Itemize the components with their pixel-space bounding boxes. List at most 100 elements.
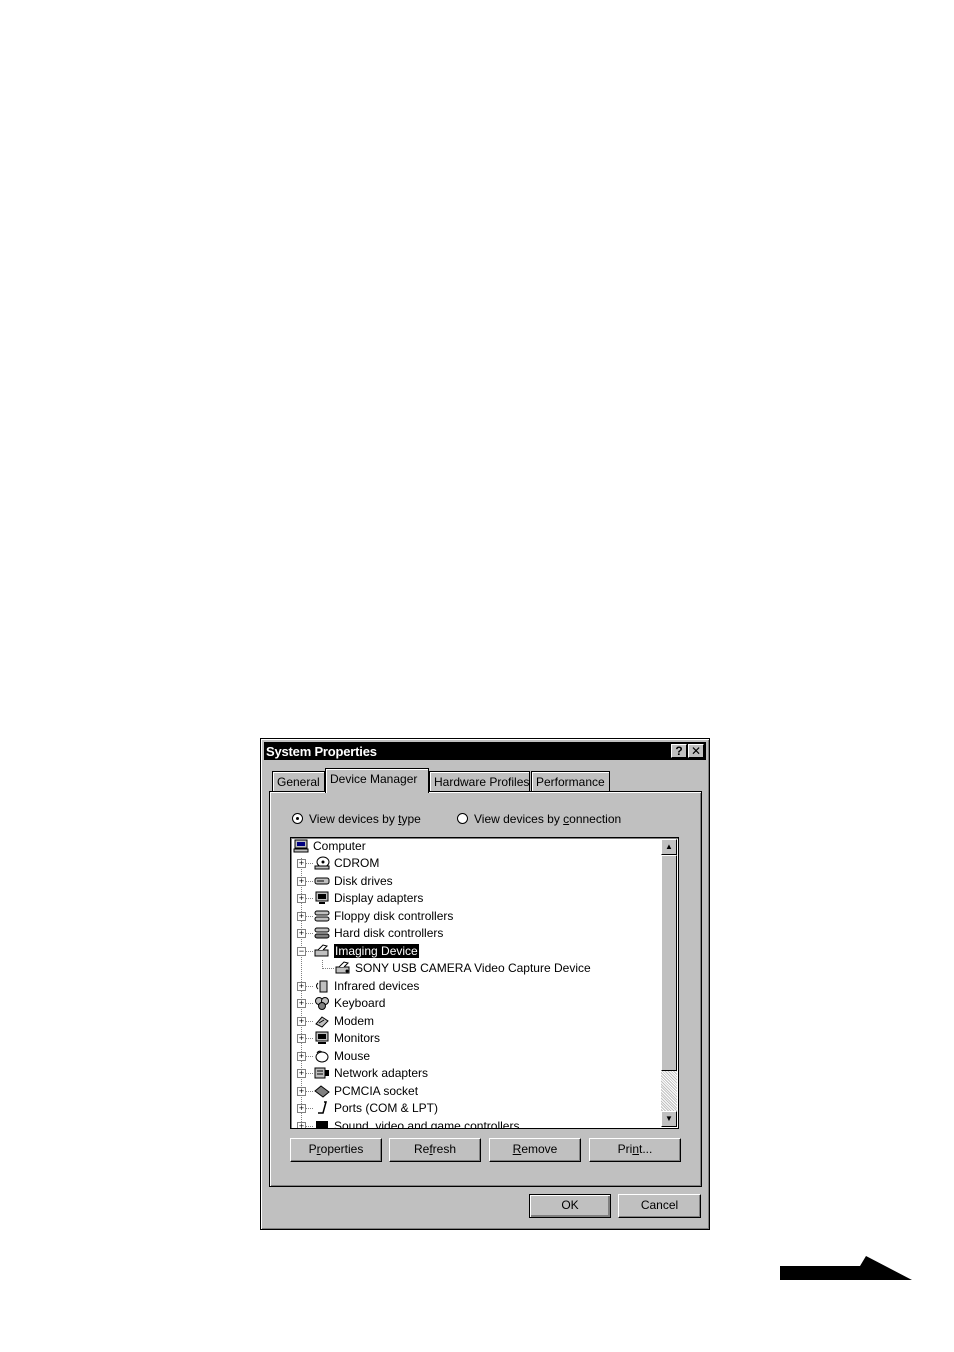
next-page-arrow-icon: [780, 1256, 912, 1280]
window-title: System Properties: [266, 744, 377, 759]
tree-item-hard-disk-controllers[interactable]: + Hard disk controllers: [291, 925, 651, 942]
tree-vertical-scrollbar[interactable]: ▲ ▼: [661, 839, 677, 1127]
tree-item-modem[interactable]: + Modem: [291, 1013, 651, 1030]
expand-plus-icon[interactable]: +: [297, 1104, 306, 1113]
tree-item-label: Modem: [334, 1014, 375, 1028]
mouse-icon: [315, 1050, 329, 1063]
tree-item-label: Sound, video and game controllers: [334, 1119, 520, 1129]
tree-branch-line: [322, 968, 334, 969]
computer-icon: [293, 839, 309, 853]
title-bar[interactable]: System Properties ? ✕: [264, 742, 706, 760]
system-properties-window: System Properties ? ✕ General Device Man…: [260, 738, 710, 1230]
view-by-connection-label: View devices by connection: [474, 812, 622, 826]
tree-branch-line: [306, 933, 313, 934]
tree-item-imaging-device[interactable]: − Imaging Device: [291, 943, 651, 960]
tree-item-label-selected: Imaging Device: [333, 943, 420, 959]
tree-item-sound[interactable]: + Sound, video and game controllers: [291, 1118, 651, 1129]
tree-branch-line: [306, 1126, 313, 1127]
camera-icon: [335, 961, 350, 974]
tree-item-mouse[interactable]: + Mouse: [291, 1048, 651, 1065]
expand-plus-icon[interactable]: +: [297, 1087, 306, 1096]
tree-item-label: Hard disk controllers: [334, 926, 444, 940]
view-by-type-radio[interactable]: View devices by type: [292, 812, 421, 826]
tree-item-ports[interactable]: + Ports (COM & LPT): [291, 1100, 651, 1117]
tree-item-monitors[interactable]: + Monitors: [291, 1030, 651, 1047]
expand-plus-icon[interactable]: +: [297, 1034, 306, 1043]
tree-item-cdrom[interactable]: + CDROM: [291, 855, 651, 872]
tree-item-label: Floppy disk controllers: [334, 909, 454, 923]
tree-branch-line: [306, 881, 313, 882]
tree-branch-line: [306, 898, 313, 899]
expand-plus-icon[interactable]: +: [297, 894, 306, 903]
disk-drive-icon: [314, 877, 330, 885]
scroll-up-button[interactable]: ▲: [661, 839, 677, 855]
refresh-button[interactable]: Refresh: [389, 1138, 481, 1162]
tab-device-manager[interactable]: Device Manager: [325, 768, 429, 793]
tree-branch-line: [306, 1091, 313, 1092]
tree-item-display-adapters[interactable]: + Display adapters: [291, 890, 651, 907]
tree-item-label: Network adapters: [334, 1066, 429, 1080]
radio-unselected-indicator: [457, 813, 468, 824]
tree-branch-line: [306, 1038, 313, 1039]
tree-root-computer[interactable]: Computer: [293, 838, 366, 855]
properties-button[interactable]: Properties: [290, 1138, 382, 1162]
tab-general[interactable]: General: [272, 771, 325, 791]
tree-branch-line: [306, 1073, 313, 1074]
ports-icon: [318, 1101, 327, 1114]
tree-branch-line: [306, 986, 313, 987]
scroll-thumb[interactable]: [661, 855, 677, 1071]
expand-plus-icon[interactable]: +: [297, 1122, 306, 1128]
tree-item-label: Ports (COM & LPT): [334, 1101, 439, 1115]
infrared-icon: [316, 980, 328, 993]
tree-item-network-adapters[interactable]: + Network adapters: [291, 1065, 651, 1082]
sound-icon: [316, 1121, 328, 1128]
expand-plus-icon[interactable]: +: [297, 999, 306, 1008]
expand-plus-icon[interactable]: +: [297, 982, 306, 991]
expand-plus-icon[interactable]: +: [297, 1052, 306, 1061]
view-by-type-label: View devices by type: [309, 812, 421, 826]
tree-child-sony-camera[interactable]: SONY USB CAMERA Video Capture Device: [291, 960, 651, 977]
device-tree[interactable]: Computer + CDROM + Disk drives + Display…: [290, 837, 679, 1129]
imaging-device-icon: [314, 944, 329, 957]
tree-child-label: SONY USB CAMERA Video Capture Device: [355, 961, 591, 975]
cancel-button[interactable]: Cancel: [618, 1194, 701, 1218]
view-by-connection-radio[interactable]: View devices by connection: [457, 812, 621, 826]
network-adapter-icon: [314, 1067, 329, 1079]
tree-branch-line: [306, 916, 313, 917]
help-button[interactable]: ?: [671, 744, 687, 758]
tree-item-label: Display adapters: [334, 891, 424, 905]
expand-plus-icon[interactable]: +: [297, 877, 306, 886]
expand-plus-icon[interactable]: +: [297, 1069, 306, 1078]
expand-plus-icon[interactable]: +: [297, 1017, 306, 1026]
expand-plus-icon[interactable]: +: [297, 929, 306, 938]
print-button[interactable]: Print...: [589, 1138, 681, 1162]
tree-item-disk-drives[interactable]: + Disk drives: [291, 873, 651, 890]
keyboard-icon: [315, 997, 329, 1010]
device-manager-panel: View devices by type View devices by con…: [269, 791, 702, 1187]
tree-branch-line: [306, 863, 313, 864]
pcmcia-icon: [314, 1085, 330, 1098]
tree-branch-line: [306, 1021, 313, 1022]
expand-plus-icon[interactable]: +: [297, 859, 306, 868]
scroll-down-button[interactable]: ▼: [661, 1111, 677, 1127]
tree-item-label: PCMCIA socket: [334, 1084, 419, 1098]
tree-branch-line: [306, 1003, 313, 1004]
tree-branch-line: [306, 1056, 313, 1057]
display-adapter-icon: [315, 891, 329, 904]
close-button[interactable]: ✕: [688, 744, 704, 758]
tree-item-label: Disk drives: [334, 874, 393, 888]
tab-hardware-profiles[interactable]: Hardware Profiles: [429, 771, 530, 791]
tree-item-infrared[interactable]: + Infrared devices: [291, 978, 651, 995]
tab-performance[interactable]: Performance: [531, 771, 610, 791]
expand-plus-icon[interactable]: +: [297, 912, 306, 921]
tree-branch-line: [306, 951, 313, 952]
ok-button[interactable]: OK: [529, 1194, 611, 1218]
collapse-minus-icon[interactable]: −: [297, 947, 306, 956]
monitor-icon: [315, 1031, 329, 1044]
tree-item-floppy-controllers[interactable]: + Floppy disk controllers: [291, 908, 651, 925]
tree-item-label: Monitors: [334, 1031, 381, 1045]
remove-button[interactable]: Remove: [489, 1138, 581, 1162]
tree-root-label: Computer: [313, 839, 366, 853]
tree-item-pcmcia[interactable]: + PCMCIA socket: [291, 1083, 651, 1100]
tree-item-keyboard[interactable]: + Keyboard: [291, 995, 651, 1012]
